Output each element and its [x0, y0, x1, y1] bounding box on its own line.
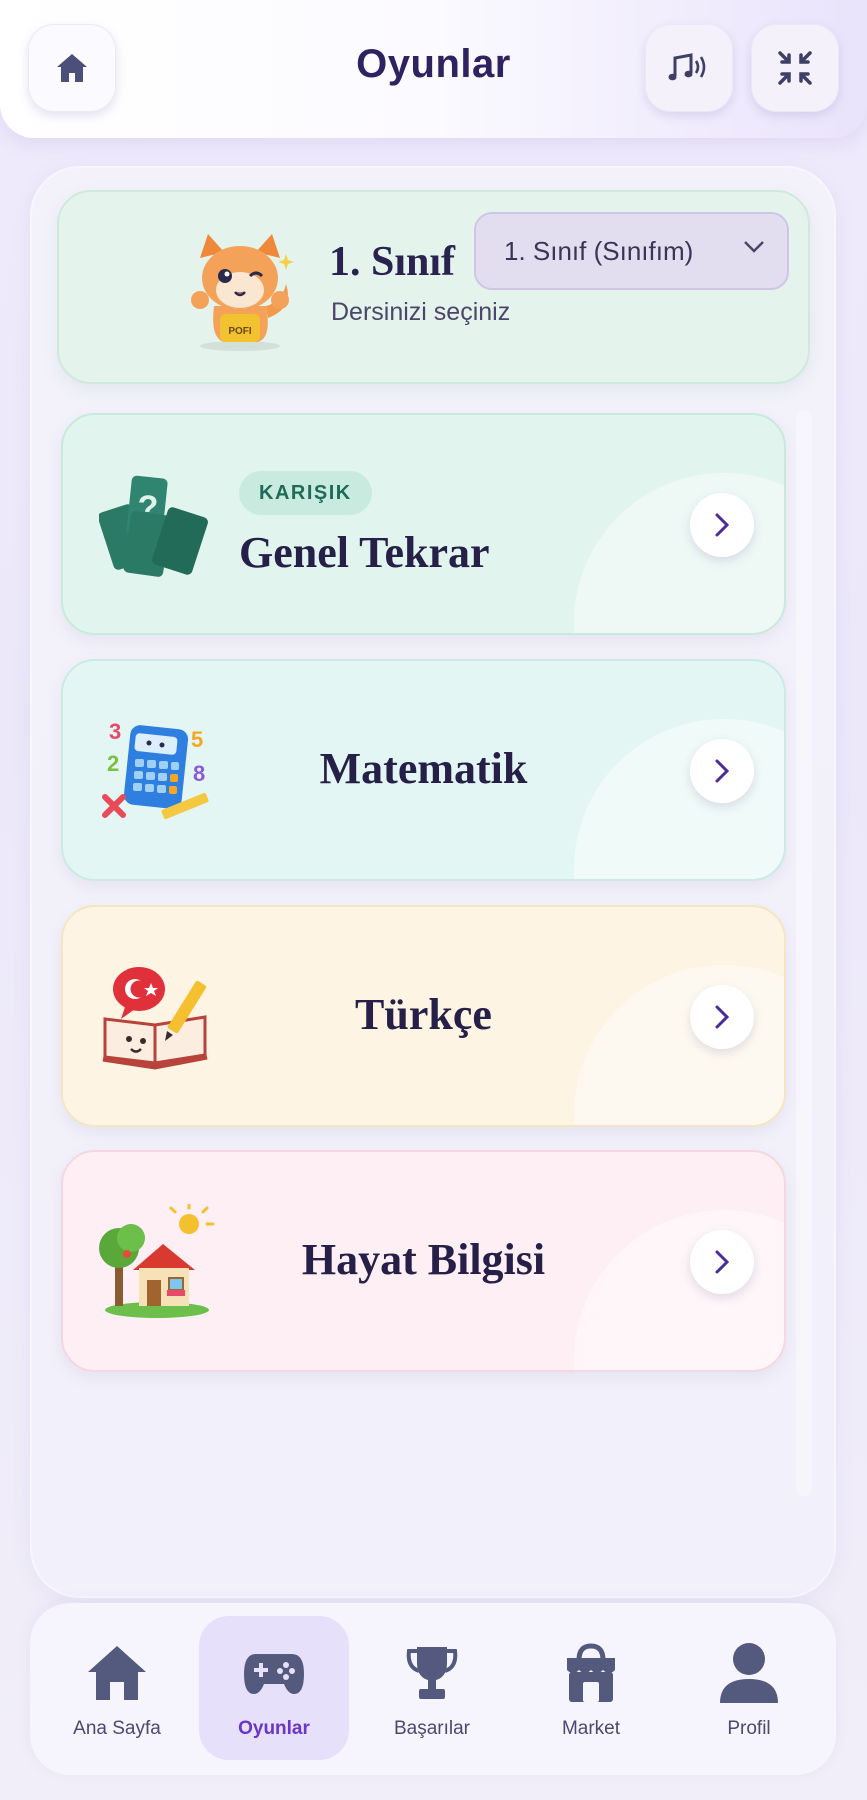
gamepad-icon [244, 1654, 304, 1694]
open-arrow-button[interactable] [690, 985, 754, 1049]
svg-text:3: 3 [109, 719, 121, 744]
chevron-right-icon [715, 1250, 729, 1274]
subject-card-hayat-bilgisi[interactable]: Hayat Bilgisi [61, 1150, 786, 1372]
scrollbar[interactable] [796, 410, 812, 1496]
subject-label: Türkçe [355, 990, 492, 1039]
nav-item-oyunlar[interactable]: Oyunlar [199, 1616, 349, 1760]
music-icon [668, 53, 706, 81]
exit-fullscreen-icon [778, 51, 812, 85]
chevron-right-icon [715, 759, 729, 783]
subject-label: Hayat Bilgisi [301, 1235, 546, 1284]
nav-item-basarilar[interactable]: Başarılar [357, 1616, 507, 1760]
class-title: 1. Sınıf [329, 239, 456, 285]
nav-label: Oyunlar [238, 1718, 310, 1739]
page-title: Oyunlar [356, 42, 511, 86]
fox-mascot-icon: POFI [191, 234, 294, 351]
open-arrow-button[interactable] [690, 1230, 754, 1294]
trophy-icon [406, 1647, 458, 1699]
open-arrow-button[interactable] [690, 493, 754, 557]
nav-item-market[interactable]: Market [516, 1616, 666, 1760]
nav-label: Profil [727, 1718, 771, 1739]
nav-label: Market [561, 1718, 621, 1739]
mascot-badge-text: POFI [228, 326, 252, 337]
class-subtitle: Dersinizi seçiniz [331, 298, 511, 326]
store-icon [567, 1643, 615, 1702]
class-select-value: 1. Sınıf (Sınıfım) [504, 235, 694, 266]
chevron-down-icon [744, 241, 764, 253]
profile-icon [720, 1643, 778, 1703]
class-select[interactable]: 1. Sınıf (Sınıfım) [474, 212, 789, 290]
exit-fullscreen-button[interactable] [751, 24, 839, 112]
nav-item-ana-sayfa[interactable]: Ana Sayfa [42, 1616, 192, 1760]
music-button[interactable] [645, 24, 733, 112]
chevron-right-icon [715, 1005, 729, 1029]
subject-card-turkce[interactable]: Türkçe [61, 905, 786, 1127]
subject-card-matematik[interactable]: 3 2 5 8 Matematik [61, 659, 786, 881]
nav-label: Ana Sayfa [73, 1718, 161, 1739]
top-header: Oyunlar [0, 0, 867, 138]
nav-label: Başarılar [393, 1718, 471, 1739]
subject-card-genel-tekrar[interactable]: ? KARIŞIK Genel Tekrar [61, 413, 786, 635]
chevron-right-icon [715, 513, 729, 537]
open-arrow-button[interactable] [690, 739, 754, 803]
mixed-badge: KARIŞIK [239, 471, 372, 515]
nav-item-profil[interactable]: Profil [674, 1616, 824, 1760]
question-cards-icon: ? [99, 475, 208, 577]
home-icon [88, 1646, 146, 1700]
subject-label: Matematik [319, 744, 528, 793]
